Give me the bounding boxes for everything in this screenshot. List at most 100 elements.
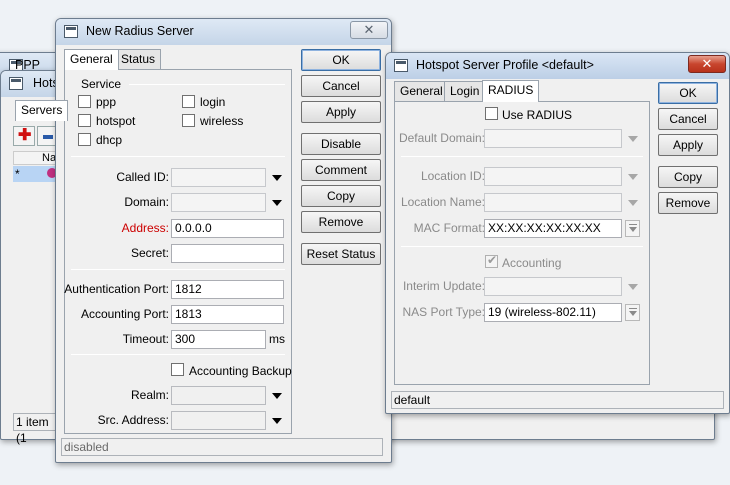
mac-format-label: MAC Format: [413,221,485,235]
mac-format-field[interactable]: XX:XX:XX:XX:XX:XX [484,219,622,238]
domain-dropdown-icon[interactable] [272,200,282,206]
service-wireless-checkbox[interactable] [182,114,195,127]
close-button[interactable]: ✕ [350,21,388,39]
location-id-field[interactable] [484,167,622,186]
default-domain-label: Default Domain: [398,131,485,145]
remove-button[interactable]: Remove [658,192,718,214]
radius-status-text: disabled [64,440,109,454]
realm-field[interactable] [171,386,266,405]
location-name-field[interactable] [484,193,622,212]
service-login-checkbox[interactable] [182,95,195,108]
service-ppp-checkbox[interactable] [78,95,91,108]
secret-field[interactable] [171,244,284,263]
row-marker: * [15,167,20,181]
radius-panel: Use RADIUS Default Domain: Location ID: … [394,101,650,385]
disable-button[interactable]: Disable [301,133,381,155]
tab-status[interactable]: Status [115,49,162,69]
domain-label: Domain: [124,195,169,209]
separator [129,84,285,85]
service-group-label: Service [81,77,122,91]
ok-button[interactable]: OK [658,82,718,104]
close-icon: ✕ [363,22,375,37]
called-id-dropdown-icon[interactable] [272,175,282,181]
window-icon [394,59,408,72]
default-domain-field[interactable] [484,129,622,148]
mac-format-dropdown-icon[interactable] [625,220,640,237]
timeout-field[interactable]: 300 [171,330,266,349]
radius-title: New Radius Server [86,24,194,38]
hotspot-server-profile-window: Hotspot Server Profile <default> ✕ Gener… [385,52,730,414]
default-domain-dropdown-icon[interactable] [628,136,638,142]
tab-general[interactable]: General [394,81,449,101]
called-id-label: Called ID: [116,170,169,184]
location-name-label: Location Name: [400,195,485,209]
src-address-label: Src. Address: [97,413,169,427]
service-hotspot-label: hotspot [96,114,136,128]
copy-button[interactable]: Copy [301,185,381,207]
ok-button[interactable]: OK [301,49,381,71]
apply-button[interactable]: Apply [658,134,718,156]
nas-port-type-dropdown-icon[interactable] [625,304,640,321]
column-header[interactable]: Na [13,151,57,165]
interim-update-field[interactable] [484,277,622,296]
accounting-backup-label: Accounting Backup [189,364,292,378]
minus-icon [43,135,53,139]
comment-button[interactable]: Comment [301,159,381,181]
profile-status-text: default [394,393,431,407]
service-dhcp-label: dhcp [96,133,123,147]
secret-label: Secret: [130,246,169,260]
accounting-backup-checkbox[interactable] [171,363,184,376]
hotspot-status-text: 1 item (1 [16,415,49,445]
checkmark-icon: ✔ [487,253,498,267]
src-address-field[interactable] [171,411,266,430]
new-radius-server-window: New Radius Server ✕ General Status Servi… [55,18,392,463]
remove-button[interactable]: Remove [301,211,381,233]
src-address-dropdown-icon[interactable] [272,418,282,424]
service-wireless-label: wireless [200,114,244,128]
nas-port-type-label: NAS Port Type: [402,305,485,319]
address-field[interactable]: 0.0.0.0 [171,219,284,238]
profile-titlebar: Hotspot Server Profile <default> ✕ [386,53,729,79]
copy-button[interactable]: Copy [658,166,718,188]
service-hotspot-checkbox[interactable] [78,114,91,127]
radius-titlebar: New Radius Server ✕ [56,19,391,45]
cancel-button[interactable]: Cancel [658,108,718,130]
radius-status-bar: disabled [61,438,383,456]
profile-status-bar: default [391,391,724,409]
reset-status-button[interactable]: Reset Status [301,243,381,265]
tab-login[interactable]: Login [444,81,486,101]
plus-icon: ✚ [18,127,32,144]
cancel-button[interactable]: Cancel [301,75,381,97]
timeout-unit: ms [269,332,285,346]
interim-update-dropdown-icon[interactable] [628,284,638,290]
nas-port-type-field[interactable]: 19 (wireless-802.11) [484,303,622,322]
auth-port-label: Authentication Port: [64,282,169,296]
tab-general[interactable]: General [64,49,119,70]
realm-dropdown-icon[interactable] [272,393,282,399]
domain-field[interactable] [171,193,266,212]
auth-port-field[interactable]: 1812 [171,280,284,299]
location-id-label: Location ID: [420,169,485,183]
close-button[interactable]: ✕ [688,55,726,73]
use-radius-label: Use RADIUS [502,108,573,122]
apply-button[interactable]: Apply [301,101,381,123]
tab-servers[interactable]: Servers [15,100,69,121]
accounting-checkbox[interactable]: ✔ [485,253,498,268]
accounting-label: Accounting [502,256,562,270]
timeout-label: Timeout: [122,332,169,346]
use-radius-checkbox[interactable] [485,107,498,120]
window-icon [64,25,78,38]
separator [401,156,643,157]
called-id-field[interactable] [171,168,266,187]
location-id-dropdown-icon[interactable] [628,174,638,180]
service-dhcp-checkbox[interactable] [78,133,91,146]
general-panel: Service ppp login hotspot wireless dhcp … [64,69,292,434]
close-icon: ✕ [701,56,713,71]
interim-update-label: Interim Update: [402,279,485,293]
service-login-label: login [200,95,226,109]
table-row[interactable]: * [13,166,57,182]
location-name-dropdown-icon[interactable] [628,200,638,206]
tab-radius[interactable]: RADIUS [482,80,540,102]
acct-port-field[interactable]: 1813 [171,305,284,324]
add-button[interactable]: ✚ [13,126,35,146]
